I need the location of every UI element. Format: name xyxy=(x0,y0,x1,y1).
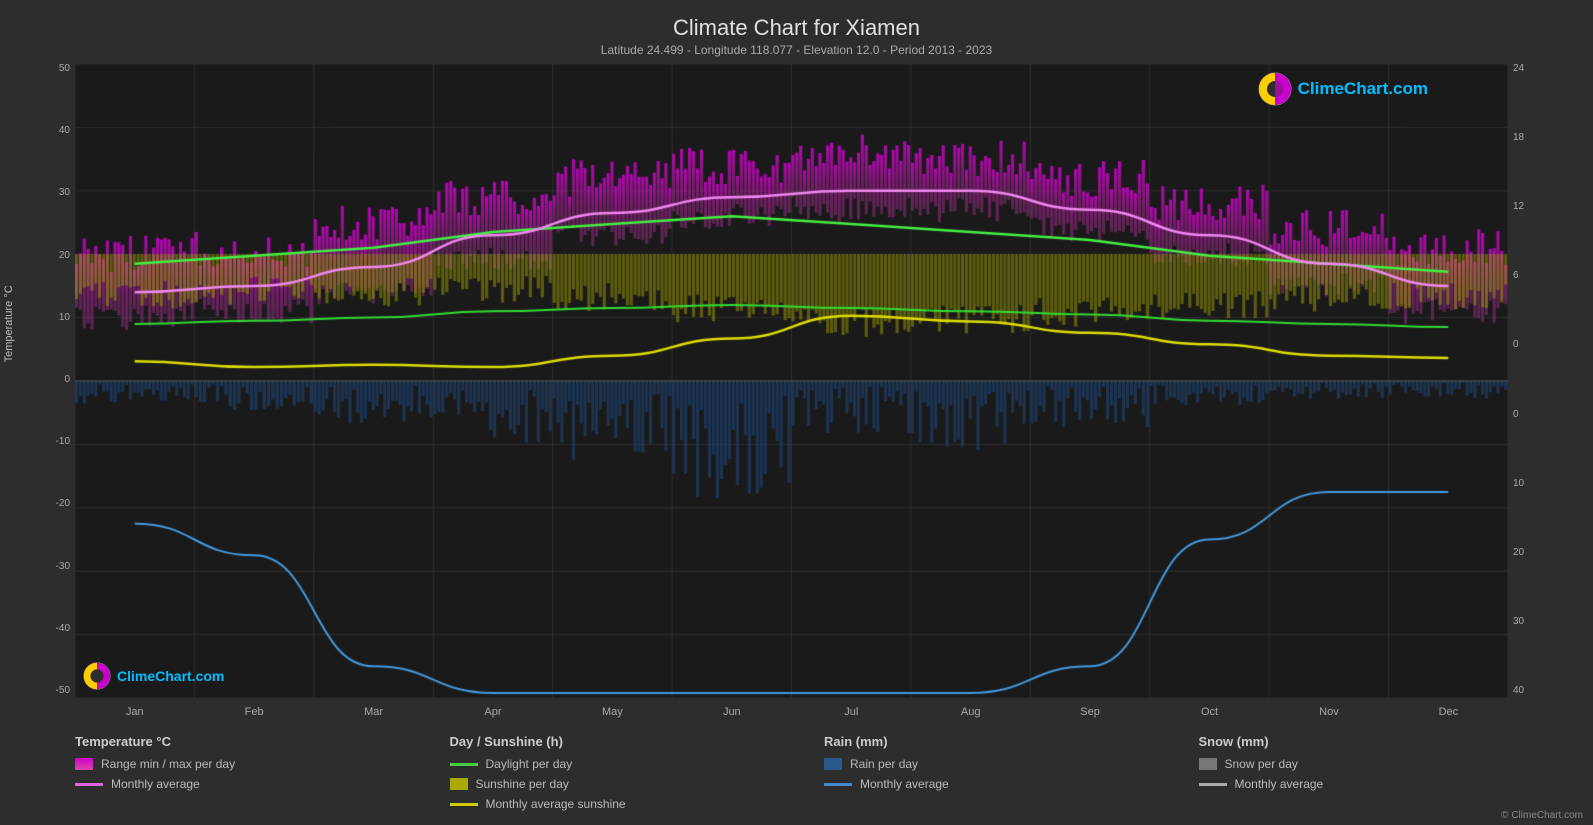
legend-swatch-sunshine xyxy=(450,778,468,790)
x-tick-dec: Dec xyxy=(1389,706,1508,718)
copyright: © ClimeChart.com xyxy=(1501,810,1583,821)
y-axis-left-label: Temperature °C xyxy=(3,285,15,362)
chart-subtitle: Latitude 24.499 - Longitude 118.077 - El… xyxy=(20,43,1573,57)
logo-text-bottom: ClimeChart.com xyxy=(117,668,224,684)
y-tick-right-40: 40 xyxy=(1508,686,1573,696)
y-tick-right-24: 24 xyxy=(1508,64,1573,74)
legend-item-snow-swatch: Snow per day xyxy=(1199,757,1574,771)
y-tick-right-0top: 0 xyxy=(1508,340,1573,350)
x-tick-may: May xyxy=(553,706,672,718)
x-tick-apr: Apr xyxy=(433,706,552,718)
x-tick-oct: Oct xyxy=(1150,706,1269,718)
logo-bottom-left: ClimeChart.com xyxy=(83,662,224,690)
legend-line-rain-avg xyxy=(824,783,852,786)
legend-swatch-snow xyxy=(1199,758,1217,770)
y-tick-20: 20 xyxy=(20,251,75,261)
legend-label-snow-swatch: Snow per day xyxy=(1225,757,1298,771)
page-title: Climate Chart for Xiamen xyxy=(20,15,1573,41)
y-tick-40: 40 xyxy=(20,126,75,136)
x-tick-jun: Jun xyxy=(672,706,791,718)
legend-col-snow: Snow (mm) Snow per day Monthly average ©… xyxy=(1199,734,1574,811)
legend-label-temp-avg: Monthly average xyxy=(111,777,200,791)
legend-line-snow-avg xyxy=(1199,783,1227,786)
legend-section: Temperature °C Range min / max per day M… xyxy=(20,726,1573,815)
legend-label-snow-avg: Monthly average xyxy=(1235,777,1324,791)
legend-item-sunshine-avg: Monthly average sunshine xyxy=(450,797,825,811)
x-tick-mar: Mar xyxy=(314,706,433,718)
climate-canvas xyxy=(75,64,1508,698)
y-tick-right-12: 12 xyxy=(1508,202,1573,212)
legend-label-rain-avg: Monthly average xyxy=(860,777,949,791)
legend-line-temp-avg xyxy=(75,783,103,786)
y-tick-n40: -40 xyxy=(20,624,75,634)
y-tick-right-6: 6 xyxy=(1508,271,1573,281)
legend-title-sunshine: Day / Sunshine (h) xyxy=(450,734,825,749)
legend-label-rain-swatch: Rain per day xyxy=(850,757,918,771)
y-tick-n50: -50 xyxy=(20,686,75,696)
x-axis: Jan Feb Mar Apr May Jun Jul Aug Sep Oct … xyxy=(75,698,1508,726)
legend-swatch-rain xyxy=(824,758,842,770)
x-tick-aug: Aug xyxy=(911,706,1030,718)
y-tick-n10: -10 xyxy=(20,437,75,447)
legend-col-temperature: Temperature °C Range min / max per day M… xyxy=(75,734,450,811)
x-tick-sep: Sep xyxy=(1030,706,1149,718)
legend-line-sunshine-avg xyxy=(450,803,478,806)
legend-item-snow-avg: Monthly average xyxy=(1199,777,1574,791)
x-tick-nov: Nov xyxy=(1269,706,1388,718)
legend-col-sunshine: Day / Sunshine (h) Daylight per day Suns… xyxy=(450,734,825,811)
chart-main: ClimeChart.com ClimeChart.com Jan Feb Ma… xyxy=(75,64,1508,726)
legend-swatch-temp-range xyxy=(75,758,93,770)
y-tick-n20: -20 xyxy=(20,499,75,509)
x-tick-jan: Jan xyxy=(75,706,194,718)
chart-canvas-wrapper: ClimeChart.com ClimeChart.com xyxy=(75,64,1508,698)
y-axis-left: Temperature °C 50 40 30 20 10 0 -10 -20 … xyxy=(20,64,75,726)
legend-label-temp-range: Range min / max per day xyxy=(101,757,235,771)
y-tick-right-10: 10 xyxy=(1508,479,1573,489)
x-tick-feb: Feb xyxy=(194,706,313,718)
legend-title-rain: Rain (mm) xyxy=(824,734,1199,749)
logo-top-right: ClimeChart.com xyxy=(1258,72,1428,106)
y-tick-50: 50 xyxy=(20,64,75,74)
legend-item-rain-avg: Monthly average xyxy=(824,777,1199,791)
legend-item-temp-range: Range min / max per day xyxy=(75,757,450,771)
legend-item-daylight: Daylight per day xyxy=(450,757,825,771)
legend-label-sunshine-swatch: Sunshine per day xyxy=(476,777,569,791)
y-tick-right-20: 20 xyxy=(1508,548,1573,558)
y-tick-30: 30 xyxy=(20,188,75,198)
legend-item-sunshine-swatch: Sunshine per day xyxy=(450,777,825,791)
y-tick-10: 10 xyxy=(20,313,75,323)
legend-label-daylight: Daylight per day xyxy=(486,757,573,771)
legend-line-daylight xyxy=(450,763,478,766)
logo-text-top: ClimeChart.com xyxy=(1298,79,1428,99)
y-tick-right-30: 30 xyxy=(1508,617,1573,627)
y-tick-n30: -30 xyxy=(20,562,75,572)
x-tick-jul: Jul xyxy=(792,706,911,718)
legend-item-temp-avg: Monthly average xyxy=(75,777,450,791)
y-tick-right-0bot: 0 xyxy=(1508,410,1573,420)
legend-item-rain-swatch: Rain per day xyxy=(824,757,1199,771)
legend-col-rain: Rain (mm) Rain per day Monthly average xyxy=(824,734,1199,811)
legend-label-sunshine-avg: Monthly average sunshine xyxy=(486,797,626,811)
y-axis-right: 24 18 12 6 0 0 10 20 30 40 Day / Sunshin… xyxy=(1508,64,1573,726)
y-tick-0: 0 xyxy=(20,375,75,385)
legend-title-snow: Snow (mm) xyxy=(1199,734,1574,749)
legend-title-temp: Temperature °C xyxy=(75,734,450,749)
y-tick-right-18: 18 xyxy=(1508,133,1573,143)
